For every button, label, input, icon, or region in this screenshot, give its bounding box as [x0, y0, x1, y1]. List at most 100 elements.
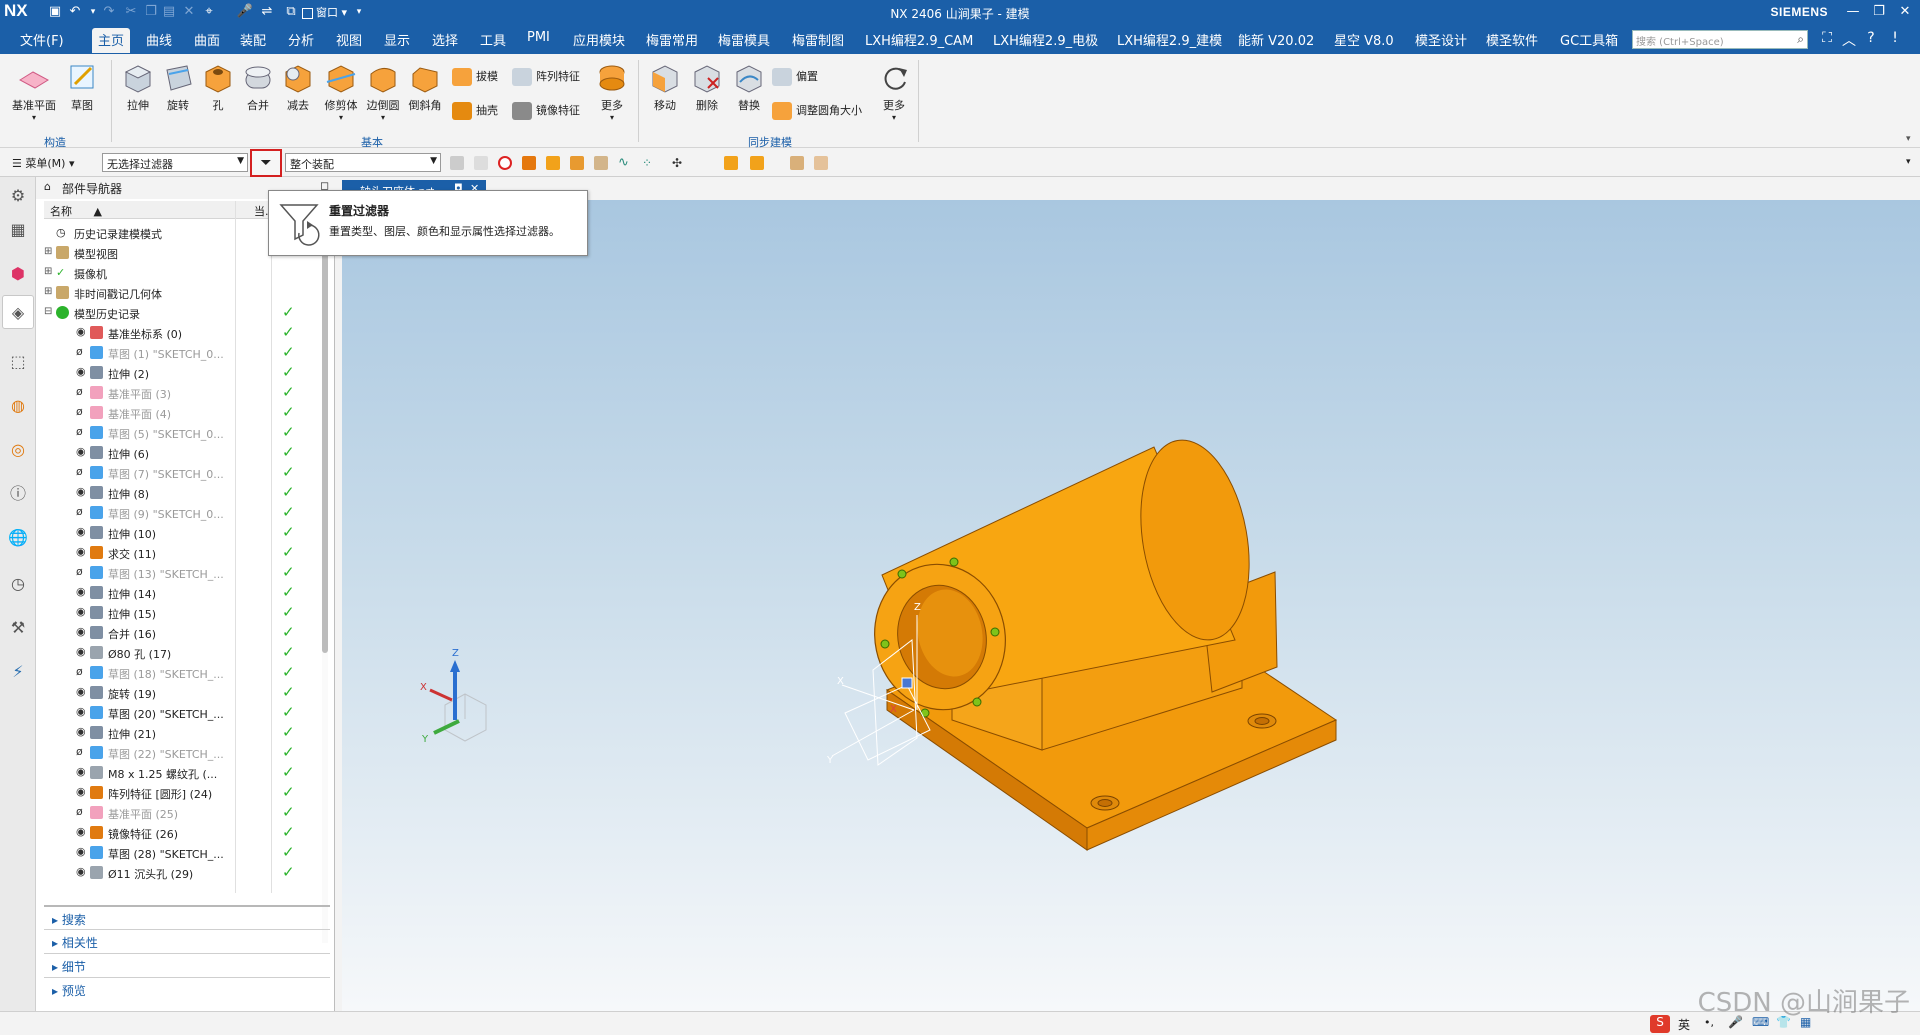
tree-row[interactable]: ◉ 阵列特征 [圆形] (24) ✓: [44, 783, 354, 803]
tab-file[interactable]: 文件(F): [20, 30, 64, 49]
sync-more-button[interactable]: 更多 ▾: [874, 60, 914, 122]
hd3d-tools-icon[interactable]: ◍: [7, 395, 29, 417]
revolve-button[interactable]: 旋转: [158, 60, 198, 113]
tree-row[interactable]: ◉ 拉伸 (6) ✓: [44, 443, 354, 463]
tree-row[interactable]: ø 草图 (13) "SKETCH_... ✓: [44, 563, 354, 583]
expand-toggle-icon[interactable]: ⊞: [44, 286, 52, 297]
sketch-button[interactable]: 草图: [62, 60, 102, 113]
tab-meilei-common[interactable]: 梅雷常用: [646, 30, 698, 49]
menu-button[interactable]: ☰ 菜单(M) ▾: [12, 155, 74, 171]
visible-eye-icon[interactable]: ◉: [76, 605, 86, 618]
face-select-icon[interactable]: [546, 156, 560, 170]
no-select-icon[interactable]: [498, 156, 512, 170]
delete-face-button[interactable]: 删除: [686, 60, 728, 113]
tree-row[interactable]: ø 基准平面 (4) ✓: [44, 403, 354, 423]
feature-select-icon[interactable]: [522, 156, 536, 170]
resize-blend-button[interactable]: 调整圆角大小: [772, 102, 862, 120]
show-all-icon[interactable]: [790, 156, 804, 170]
hide-icon[interactable]: [814, 156, 828, 170]
expand-toggle-icon[interactable]: ⊟: [44, 306, 52, 317]
component-select-icon[interactable]: [750, 156, 764, 170]
section-search[interactable]: ▸ 搜索: [44, 905, 330, 927]
visible-eye-icon[interactable]: ◉: [76, 365, 86, 378]
visible-eye-icon[interactable]: ◉: [76, 485, 86, 498]
selection-scope-dropdown[interactable]: 整个装配 ▼: [285, 153, 441, 172]
offset-region-button[interactable]: 偏置: [772, 68, 818, 86]
trim-body-button[interactable]: 修剪体 ▾: [320, 60, 362, 122]
part-model[interactable]: [861, 432, 1338, 851]
section-dependencies[interactable]: ▸ 相关性: [44, 929, 330, 951]
tree-row[interactable]: ◉ 旋转 (19) ✓: [44, 683, 354, 703]
tree-row[interactable]: ◉ 拉伸 (10) ✓: [44, 523, 354, 543]
edge-select-icon[interactable]: [594, 156, 608, 170]
tab-tools[interactable]: 工具: [480, 30, 506, 49]
visible-eye-icon[interactable]: ◉: [76, 785, 86, 798]
graphics-window[interactable]: Z X Y X Z X Y: [342, 200, 1920, 1011]
visible-eye-icon[interactable]: ◉: [76, 765, 86, 778]
view-triad[interactable]: [429, 660, 487, 742]
tab-assembly[interactable]: 装配: [240, 30, 266, 49]
move-face-button[interactable]: 移动: [644, 60, 686, 113]
tree-row[interactable]: ◉ 求交 (11) ✓: [44, 543, 354, 563]
visible-eye-icon[interactable]: ◉: [76, 625, 86, 638]
tree-row[interactable]: ◉ 拉伸 (8) ✓: [44, 483, 354, 503]
selbar-options-icon[interactable]: ▾: [1906, 157, 1911, 167]
tree-row[interactable]: ◉ M8 x 1.25 螺纹孔 (... ✓: [44, 763, 354, 783]
tab-gc-toolbox[interactable]: GC工具箱: [1560, 30, 1618, 49]
hidden-eye-icon[interactable]: ø: [76, 505, 83, 518]
tab-view[interactable]: 视图: [336, 30, 362, 49]
visible-eye-icon[interactable]: ◉: [76, 445, 86, 458]
tab-meilei-mold[interactable]: 梅雷模具: [718, 30, 770, 49]
visible-eye-icon[interactable]: ◉: [76, 825, 86, 838]
globe-icon[interactable]: 🌐: [7, 527, 29, 549]
tab-nengxin[interactable]: 能新 V20.02: [1238, 30, 1314, 49]
tab-applications[interactable]: 应用模块: [573, 30, 625, 49]
ime-language[interactable]: 英: [1678, 1016, 1690, 1033]
datum-plane-button[interactable]: 基准平面 ▾: [8, 60, 60, 122]
tree-row[interactable]: ◉ 镜像特征 (26) ✓: [44, 823, 354, 843]
visible-eye-icon[interactable]: ◉: [76, 845, 86, 858]
deselect-icon[interactable]: [474, 156, 488, 170]
pattern-feature-button[interactable]: 阵列特征: [512, 68, 580, 86]
fullscreen-icon[interactable]: ⛶: [1818, 30, 1836, 46]
hidden-eye-icon[interactable]: ø: [76, 805, 83, 818]
tree-row[interactable]: ø 草图 (7) "SKETCH_0... ✓: [44, 463, 354, 483]
unite-button[interactable]: 合并: [238, 60, 278, 113]
visible-eye-icon[interactable]: ◉: [76, 585, 86, 598]
edge-blend-button[interactable]: 边倒圆 ▾: [362, 60, 404, 122]
settings-gear-icon[interactable]: ⚙: [7, 185, 29, 207]
roles-icon[interactable]: ⚡: [7, 661, 29, 683]
restore-button[interactable]: ❐: [1866, 1, 1892, 23]
hidden-eye-icon[interactable]: ø: [76, 385, 83, 398]
visible-eye-icon[interactable]: ◉: [76, 865, 86, 878]
tree-row[interactable]: ø 草图 (1) "SKETCH_0... ✓: [44, 343, 354, 363]
tree-row[interactable]: ◉ 基准坐标系 (0) ✓: [44, 323, 354, 343]
clock-icon[interactable]: ◷: [7, 573, 29, 595]
tab-lxh-cam[interactable]: LXH编程2.9_CAM: [865, 30, 973, 49]
command-search-input[interactable]: 搜索 (Ctrl+Space) ⌕: [1632, 30, 1808, 49]
tree-row[interactable]: ø 草图 (22) "SKETCH_... ✓: [44, 743, 354, 763]
assembly-select-icon[interactable]: [724, 156, 738, 170]
tab-meilei-drawing[interactable]: 梅雷制图: [792, 30, 844, 49]
tree-row[interactable]: ø 草图 (18) "SKETCH_... ✓: [44, 663, 354, 683]
tree-row[interactable]: ◉ Ø11 沉头孔 (29) ✓: [44, 863, 354, 883]
tab-xingkong[interactable]: 星空 V8.0: [1334, 30, 1394, 49]
reuse-library-icon[interactable]: ⬚: [7, 351, 29, 373]
tree-row[interactable]: ◉ 拉伸 (14) ✓: [44, 583, 354, 603]
web-browser-icon[interactable]: ◎: [7, 439, 29, 461]
expand-toggle-icon[interactable]: ⊞: [44, 266, 52, 277]
visible-eye-icon[interactable]: ◉: [76, 545, 86, 558]
tree-row[interactable]: ◉ Ø80 孔 (17) ✓: [44, 643, 354, 663]
tree-row[interactable]: ◉ 拉伸 (2) ✓: [44, 363, 354, 383]
tree-row[interactable]: ◉ 合并 (16) ✓: [44, 623, 354, 643]
tab-mosheng-design[interactable]: 模圣设计: [1415, 30, 1467, 49]
tab-select[interactable]: 选择: [432, 30, 458, 49]
hidden-eye-icon[interactable]: ø: [76, 345, 83, 358]
hidden-eye-icon[interactable]: ø: [76, 465, 83, 478]
visible-eye-icon[interactable]: ◉: [76, 645, 86, 658]
minimize-button[interactable]: —: [1840, 1, 1866, 23]
tree-row[interactable]: ⊞ 非时间戳记几何体: [44, 283, 354, 303]
hidden-eye-icon[interactable]: ø: [76, 745, 83, 758]
tab-pmi[interactable]: PMI: [527, 30, 550, 45]
part-navigator-icon[interactable]: ◈: [2, 295, 34, 329]
